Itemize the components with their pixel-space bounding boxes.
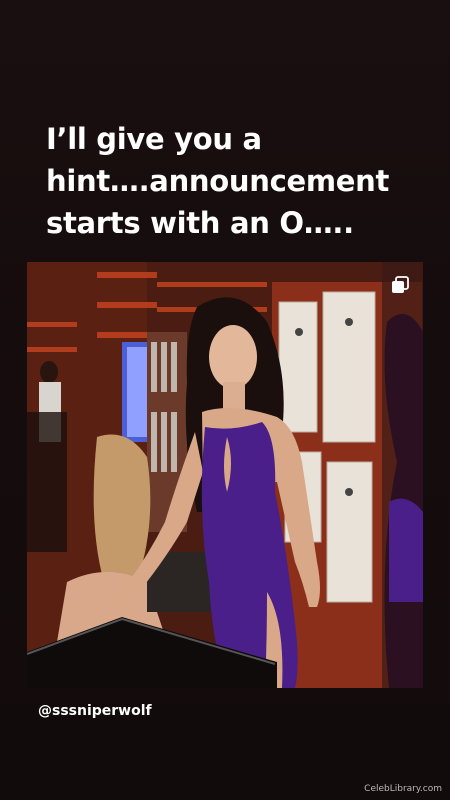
story-caption: I’ll give you a hint….announcement start… — [46, 118, 426, 244]
photo-illustration — [27, 262, 423, 688]
caption-line: I’ll give you a — [46, 122, 262, 156]
post-author-handle[interactable]: @sssniperwolf — [38, 703, 152, 719]
caption-line: hint….announcement — [46, 164, 390, 198]
shared-post-photo[interactable] — [27, 262, 423, 688]
multi-image-icon — [391, 276, 409, 294]
caption-line: starts with an O….. — [46, 206, 354, 240]
watermark: CelebLibrary.com — [364, 784, 442, 794]
story-view: I’ll give you a hint….announcement start… — [0, 0, 450, 800]
